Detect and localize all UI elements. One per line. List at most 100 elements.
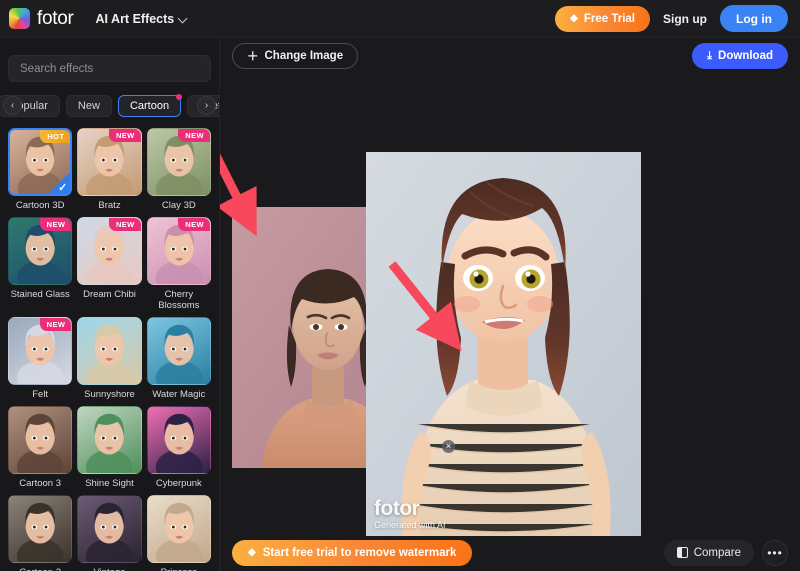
download-icon: ⤓ <box>707 49 713 62</box>
top-bar-actions: ◆ Free Trial Sign up Log in <box>555 5 788 32</box>
effects-grid: HOT Cartoon 3D NEW Bratz NEW Clay 3D NEW Staine… <box>0 128 219 571</box>
tab-label: New <box>77 100 100 112</box>
effect-card-water-magic[interactable]: Water Magic <box>146 317 211 400</box>
effect-card-stained-glass[interactable]: NEW Stained Glass <box>8 217 73 311</box>
annotation-arrow-1 <box>220 153 257 237</box>
effect-badge: NEW <box>39 318 72 331</box>
sign-up-button[interactable]: Sign up <box>663 12 707 26</box>
effect-thumbnail-artwork <box>86 502 133 562</box>
compare-button[interactable]: Compare <box>663 539 754 566</box>
plus-icon: ＋ <box>247 51 259 63</box>
category-tabs: ‹ PopularNewCartoonSketchAv › <box>0 94 219 118</box>
app-root: fotor AI Art Effects ◆ Free Trial Sign u… <box>0 0 800 571</box>
effect-badge: NEW <box>108 129 141 142</box>
chevron-down-icon <box>179 15 187 23</box>
effect-card-cartoon-3[interactable]: Cartoon 3 <box>8 406 73 489</box>
effect-card-felt[interactable]: NEW Felt <box>8 317 73 400</box>
effect-thumbnail: NEW <box>77 128 142 196</box>
effect-card-cartoon-3d[interactable]: HOT Cartoon 3D <box>8 128 73 211</box>
canvas-toolbar: ＋ Change Image ⤓ Download <box>220 38 800 74</box>
effect-thumbnail: NEW <box>146 128 211 196</box>
effect-label: Dream Chibi <box>83 289 136 300</box>
tab-new[interactable]: New <box>65 95 112 117</box>
tabs-next-arrow-icon[interactable]: › <box>197 96 216 115</box>
effect-card-cherry-blossoms[interactable]: NEW Cherry Blossoms <box>146 217 211 311</box>
effect-thumbnail: NEW <box>8 317 73 385</box>
effect-thumbnail: NEW <box>77 217 142 285</box>
canvas-bottom-bar: ◆ Start free trial to remove watermark C… <box>220 534 800 571</box>
bottom-bar-actions: Compare ••• <box>663 539 788 566</box>
effect-card-shine-sight[interactable]: Shine Sight <box>77 406 142 489</box>
effect-card-sunnyshore[interactable]: Sunnyshore <box>77 317 142 400</box>
nav-dropdown-ai-art-effects[interactable]: AI Art Effects <box>96 12 188 26</box>
compare-icon <box>676 547 688 558</box>
change-image-label: Change Image <box>264 50 344 62</box>
effect-label: Stained Glass <box>10 289 70 300</box>
effect-card-cartoon-2[interactable]: Cartoon 2 <box>8 495 73 571</box>
effect-thumbnail-artwork <box>155 502 203 562</box>
gem-icon: ◆ <box>570 12 578 24</box>
effect-card-vintage-comics[interactable]: Vintage Comics <box>77 495 142 571</box>
effect-thumbnail: HOT <box>8 128 73 196</box>
effect-thumbnail-artwork <box>86 413 133 473</box>
watermark-close-icon[interactable]: × <box>442 440 455 453</box>
tab-label: Cartoon <box>129 100 170 112</box>
tabs-scroll-container: PopularNewCartoonSketchAv <box>0 94 219 118</box>
search-input[interactable] <box>20 62 199 75</box>
effect-label: Shine Sight <box>85 478 134 489</box>
effect-label: Bratz <box>98 200 121 211</box>
change-image-button[interactable]: ＋ Change Image <box>232 43 359 69</box>
effect-thumbnail <box>77 406 142 474</box>
effect-label: Cartoon 3D <box>15 200 65 211</box>
tab-cartoon[interactable]: Cartoon <box>117 94 183 117</box>
effect-thumbnail: NEW <box>8 217 73 285</box>
brand-name: fotor <box>37 7 74 29</box>
effect-label: Cartoon 2 <box>8 567 72 571</box>
log-in-button[interactable]: Log in <box>720 5 788 32</box>
effect-thumbnail <box>8 495 73 563</box>
effect-badge: NEW <box>178 218 210 231</box>
effect-card-princess[interactable]: Princess <box>146 495 211 571</box>
effect-thumbnail-artwork <box>16 502 64 562</box>
effect-label: Felt <box>32 389 49 400</box>
effect-thumbnail-artwork <box>86 324 133 384</box>
fotor-logo-icon <box>9 8 30 29</box>
effect-thumbnail-artwork <box>155 413 203 473</box>
effect-thumbnail: NEW <box>146 217 211 285</box>
effect-label: Princess <box>147 567 211 571</box>
image-canvas: fotor Generated with AI × <box>220 74 800 536</box>
free-trial-button[interactable]: ◆ Free Trial <box>555 5 650 32</box>
effect-card-cyberpunk[interactable]: Cyberpunk <box>146 406 211 489</box>
download-label: Download <box>718 50 773 62</box>
effect-thumbnail <box>77 317 142 385</box>
gem-icon: ◆ <box>248 546 256 558</box>
download-button[interactable]: ⤓ Download <box>692 43 788 69</box>
brand-logo[interactable]: fotor <box>9 8 74 30</box>
effect-thumbnail <box>146 317 211 385</box>
effect-card-dream-chibi[interactable]: NEW Dream Chibi <box>77 217 142 311</box>
free-trial-label: Free Trial <box>583 12 635 25</box>
effect-thumbnail <box>77 495 142 563</box>
effect-card-clay-3d[interactable]: NEW Clay 3D <box>146 128 211 211</box>
effect-card-bratz[interactable]: NEW Bratz <box>77 128 142 211</box>
tab-notification-dot <box>176 94 183 100</box>
effect-thumbnail-artwork <box>16 413 64 473</box>
search-effects-box[interactable] <box>8 55 211 82</box>
effect-thumbnail <box>146 495 211 563</box>
effect-label: Cartoon 3 <box>19 478 62 489</box>
effect-label: Cherry Blossoms <box>158 289 200 311</box>
result-image-artwork <box>366 152 641 536</box>
effect-badge: NEW <box>178 129 210 142</box>
effect-thumbnail-artwork <box>155 324 203 384</box>
effect-thumbnail <box>8 406 73 474</box>
main-canvas-area: ＋ Change Image ⤓ Download fotor Generate… <box>220 38 800 571</box>
more-options-button[interactable]: ••• <box>762 539 788 566</box>
effect-label: Water Magic <box>152 389 206 400</box>
effects-sidebar: ‹ PopularNewCartoonSketchAv › HOTCartoon… <box>0 38 220 571</box>
effect-label: Cyberpunk <box>155 478 202 489</box>
watermark: fotor Generated with AI <box>374 497 446 530</box>
tabs-prev-arrow-icon[interactable]: ‹ <box>3 96 22 115</box>
result-image[interactable]: fotor Generated with AI × <box>366 152 641 536</box>
top-bar: fotor AI Art Effects ◆ Free Trial Sign u… <box>0 0 800 38</box>
start-free-trial-remove-watermark-button[interactable]: ◆ Start free trial to remove watermark <box>232 539 473 566</box>
